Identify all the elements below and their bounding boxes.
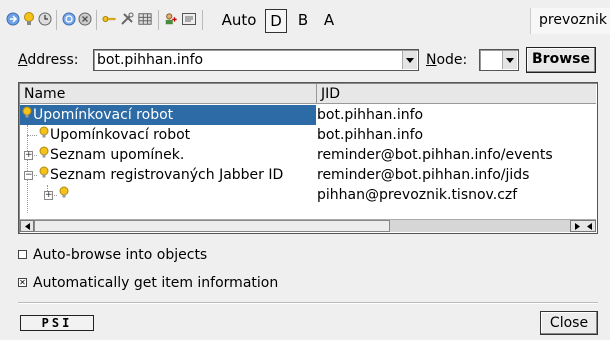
address-row: Address: bot.pihhan.info Node: Browse (0, 46, 610, 76)
toolbar-separator (56, 10, 57, 30)
key-icon[interactable] (102, 12, 116, 26)
column-header-jid[interactable]: JID (317, 84, 597, 104)
chevron-down-icon[interactable] (502, 51, 517, 69)
close-button[interactable]: Close (540, 311, 598, 335)
auto-info-option[interactable]: ✕ Automatically get item information (18, 272, 278, 294)
auto-browse-label: Auto-browse into objects (33, 247, 208, 263)
auto-info-label: Automatically get item information (33, 275, 279, 291)
tree-row-name: Seznam upomínek. (50, 147, 185, 163)
toolbar-separator (158, 10, 159, 30)
tree-row-jid: bot.pihhan.info (317, 107, 424, 123)
auto-info-checkbox[interactable]: ✕ (18, 277, 27, 287)
tools-icon[interactable] (120, 12, 134, 26)
tree-row-name: Seznam registrovaných Jabber ID (50, 167, 284, 183)
scrollbar-thumb[interactable] (34, 220, 390, 232)
auto-browse-option[interactable]: Auto-browse into objects (18, 244, 207, 266)
divider (18, 302, 598, 304)
bulb-icon (59, 185, 69, 205)
card-icon[interactable] (182, 12, 196, 26)
bulb-icon (39, 165, 49, 185)
horizontal-scrollbar[interactable] (20, 219, 596, 232)
psi-logo: PSI (20, 315, 94, 331)
scroll-left-icon[interactable] (20, 220, 34, 232)
tree-row[interactable]: + pihhan@prevoznik.tisnov.czf (20, 185, 596, 205)
toolbar-separator (96, 10, 97, 30)
tree-header: Name JID (20, 84, 596, 104)
column-header-name[interactable]: Name (20, 84, 317, 104)
bulb-icon (39, 125, 49, 145)
d-button[interactable]: D (265, 9, 287, 33)
bulb-icon (39, 145, 49, 165)
tree-row-jid: bot.pihhan.info (317, 127, 424, 143)
b-button[interactable]: B (292, 9, 314, 33)
user-add-icon[interactable] (164, 12, 178, 26)
scroll-right-icon[interactable] (570, 220, 596, 232)
chevron-down-icon[interactable] (402, 51, 417, 69)
disco-tree[interactable]: Name JID Upomínkovací robot bot.pihhan.i… (18, 82, 598, 234)
address-value: bot.pihhan.info (97, 52, 204, 68)
refresh-icon[interactable] (62, 12, 76, 26)
tree-row[interactable]: Upomínkovací robot bot.pihhan.info (20, 105, 596, 125)
tree-cell-name: Upomínkovací robot (20, 125, 316, 145)
tree-row-name: Upomínkovací robot (33, 107, 174, 123)
browse-button[interactable]: Browse (526, 47, 596, 73)
tree-cell-name: Seznam registrovaných Jabber ID (20, 165, 316, 185)
address-label: Address: (18, 52, 79, 68)
tree-row-name: Upomínkovací robot (50, 127, 191, 143)
address-combobox[interactable]: bot.pihhan.info (93, 49, 419, 71)
stop-icon[interactable] (78, 12, 92, 26)
clock-icon[interactable] (38, 12, 52, 26)
toolbar-separator (202, 10, 203, 30)
tree-row-jid: reminder@bot.pihhan.info/jids (317, 167, 530, 183)
a-button[interactable]: A (318, 9, 340, 33)
tree-cell-name (20, 185, 316, 205)
arrow-icon[interactable] (6, 12, 20, 26)
tree-cell-name: Seznam upomínek. (20, 145, 316, 165)
auto-browse-checkbox[interactable] (18, 249, 27, 259)
bulb-icon (22, 105, 32, 125)
tree-row-jid: pihhan@prevoznik.tisnov.czf (317, 187, 518, 203)
tree-row-jid: reminder@bot.pihhan.info/events (317, 147, 553, 163)
tree-row[interactable]: − Seznam registrovaných Jabber ID remind… (20, 165, 596, 185)
grid-icon[interactable] (138, 12, 152, 26)
node-label: Node: (426, 52, 468, 68)
toolbar: Auto D B A prevoznik (0, 0, 610, 40)
node-combobox[interactable] (479, 49, 519, 71)
bulb-icon[interactable] (22, 12, 36, 26)
tree-row[interactable]: + Seznam upomínek. reminder@bot.pihhan.i… (20, 145, 596, 165)
toolbar-account-field[interactable]: prevoznik (530, 8, 610, 34)
tree-row[interactable]: Upomínkovací robot bot.pihhan.info (20, 125, 596, 145)
auto-button[interactable]: Auto (218, 9, 260, 33)
tree-cell-name: Upomínkovací robot (20, 105, 316, 125)
